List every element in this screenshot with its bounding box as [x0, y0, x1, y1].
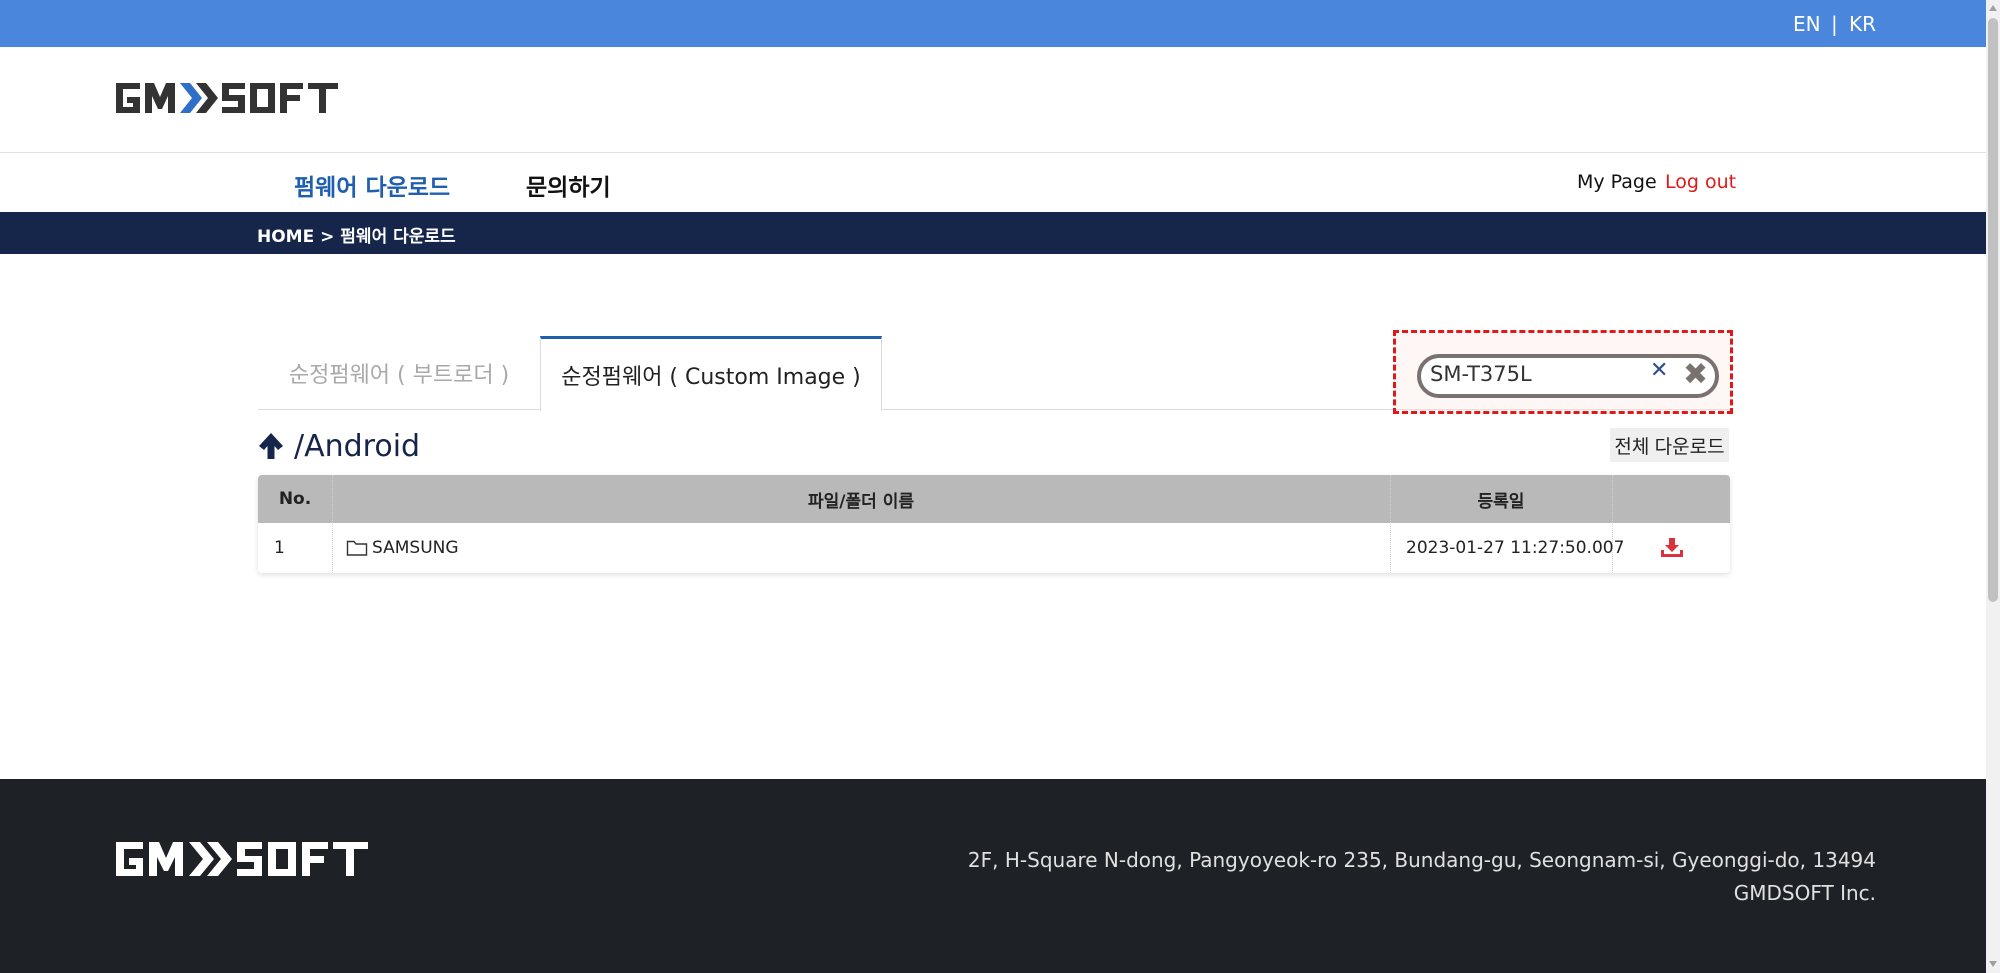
download-icon[interactable] [1660, 537, 1684, 559]
scroll-down-icon[interactable] [1988, 958, 1998, 970]
table-row[interactable]: 1 SAMSUNG 2023-01-27 11:27:50.007 [258, 523, 1730, 573]
header-no: No. [278, 489, 312, 509]
tab-custom-image[interactable]: 순정펌웨어 ( Custom Image ) [540, 336, 882, 411]
row-name-label: SAMSUNG [372, 538, 459, 558]
tab-bootloader[interactable]: 순정펌웨어 ( 부트로더 ) [258, 336, 540, 410]
clear-icon[interactable]: ✕ [1650, 358, 1668, 383]
row-no: 1 [274, 538, 285, 558]
footer-company: GMDSOFT Inc. [1733, 881, 1876, 905]
header-action [1612, 475, 1730, 523]
top-bar [0, 0, 1986, 47]
download-all-button[interactable]: 전체 다운로드 [1610, 428, 1729, 462]
file-table: No. 파일/폴더 이름 등록일 1 SAMSUNG 2023-01-27 11… [258, 475, 1730, 573]
current-path: /Android [258, 426, 420, 466]
footer-address: 2F, H-Square N-dong, Pangyoyeok-ro 235, … [967, 848, 1876, 872]
footer-gmdsoft-logo [116, 842, 368, 876]
row-download[interactable] [1657, 523, 1687, 573]
nav-inquiry[interactable]: 문의하기 [526, 168, 611, 202]
row-name[interactable]: SAMSUNG [346, 523, 459, 573]
breadcrumb: HOME > 펌웨어 다운로드 [257, 227, 456, 247]
logout-link[interactable]: Log out [1665, 171, 1736, 193]
lang-kr-link[interactable]: KR [1849, 12, 1876, 36]
scrollbar-thumb[interactable] [1988, 18, 1998, 602]
nav-firmware-download[interactable]: 펌웨어 다운로드 [294, 168, 450, 202]
up-arrow-icon[interactable] [258, 431, 284, 461]
my-page-link[interactable]: My Page [1577, 171, 1657, 193]
gmdsoft-logo[interactable] [110, 79, 345, 117]
lang-separator: | [1831, 12, 1838, 36]
folder-icon [346, 540, 368, 556]
search-input[interactable] [1430, 359, 1650, 389]
path-label: /Android [294, 428, 421, 464]
close-icon[interactable]: ✖ [1683, 357, 1708, 392]
lang-en-link[interactable]: EN [1793, 12, 1821, 36]
scroll-up-icon[interactable] [1988, 2, 1998, 14]
header-date: 등록일 [1477, 491, 1525, 512]
row-date: 2023-01-27 11:27:50.007 [1406, 538, 1625, 558]
header-name: 파일/폴더 이름 [808, 491, 914, 512]
